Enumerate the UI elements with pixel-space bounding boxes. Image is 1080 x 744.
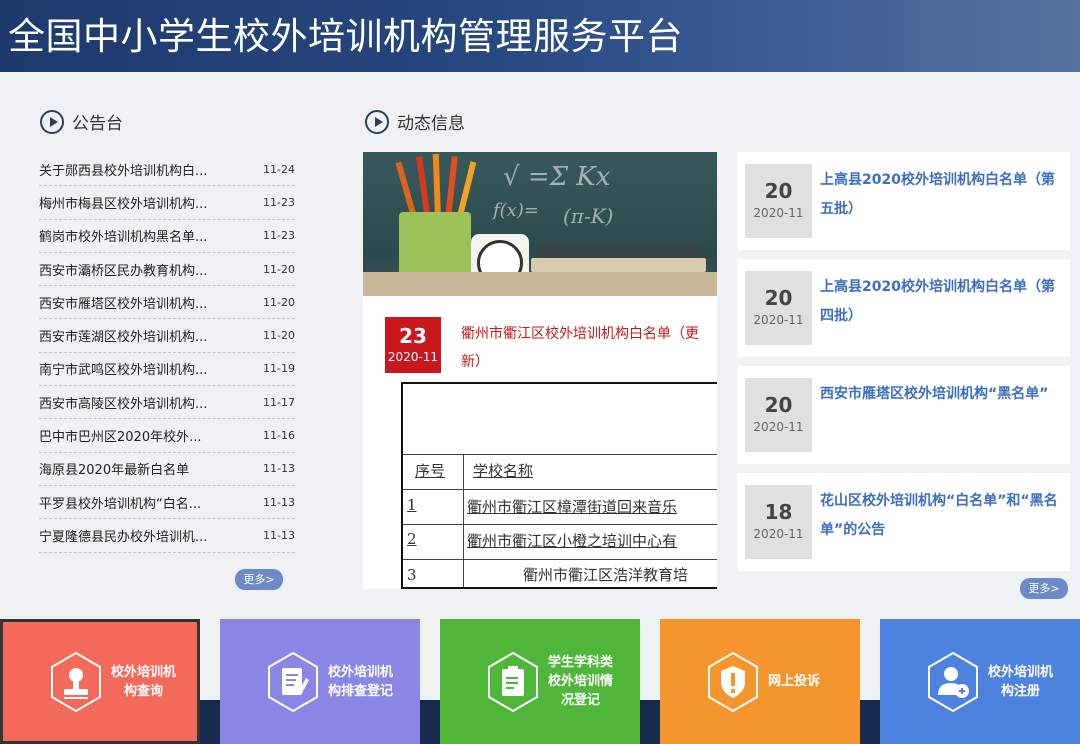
arrow-circle-icon — [40, 109, 64, 134]
notice-item-title[interactable]: 西安市雁塔区校外培训机构... — [39, 293, 207, 312]
notice-item[interactable]: 西安市雁塔区校外培训机构... 11-20 — [39, 286, 295, 320]
notice-list: 关于郧西县校外培训机构白... 11-24 梅州市梅县区校外培训机构... 11-23… — [39, 153, 295, 553]
tile-label: 校外培训机 构注册 — [988, 664, 1054, 699]
notice-item[interactable]: 梅州市梅县区校外培训机构... 11-23 — [39, 186, 295, 220]
notice-item-date: 11-20 — [263, 295, 295, 309]
notice-item-date: 11-13 — [263, 462, 295, 476]
notice-item-title[interactable]: 海原县2020年最新白名单 — [39, 459, 189, 478]
stamp-icon — [49, 651, 103, 713]
notice-heading: 公告台 — [40, 109, 123, 134]
notice-more-button[interactable]: 更多> — [235, 569, 283, 590]
notice-item[interactable]: 巴中市巴州区2020年校外... 11-16 — [39, 419, 295, 453]
notice-item-date: 11-16 — [263, 429, 295, 443]
news-card[interactable]: 20 2020-11 上高县2020校外培训机构白名单（第四批） — [737, 259, 1070, 357]
featured-document-preview: 序号 学校名称 1 衢州市衢江区樟潭街道回来音乐 2 衢州市衢江区小橙之培训中心… — [401, 382, 717, 589]
notice-item-date: 11-13 — [263, 528, 295, 542]
notice-item-title[interactable]: 宁夏隆德县民办校外培训机... — [39, 526, 207, 545]
notice-item-date: 11-20 — [263, 329, 295, 343]
notice-item-title[interactable]: 南宁市武鸣区校外培训机构... — [39, 359, 207, 378]
notice-item-title[interactable]: 西安市莲湖区校外培训机构... — [39, 326, 207, 345]
notice-item-date: 11-23 — [263, 229, 295, 243]
tile-label: 校外培训机 构查询 — [111, 664, 177, 699]
news-title[interactable]: 上高县2020校外培训机构白名单（第五批） — [820, 166, 1065, 224]
doc-row-1-no: 1 — [407, 496, 417, 514]
notice-item-title[interactable]: 西安市灞桥区民办教育机构... — [39, 260, 207, 279]
featured-title[interactable]: 衢州市衢江区校外培训机构白名单（更新） — [461, 320, 706, 376]
featured-news-card[interactable]: √ =Σ Kx (π-K) f(x)= 23 2020-11 衢州市衢江区校外培… — [363, 152, 717, 589]
notice-item-date: 11-24 — [263, 162, 295, 176]
notice-item-title[interactable]: 巴中市巴州区2020年校外... — [39, 426, 201, 445]
notice-item-title[interactable]: 西安市高陵区校外培训机构... — [39, 393, 207, 412]
tile-org-register[interactable]: 校外培训机 构注册 — [880, 619, 1080, 744]
tile-student-training-register[interactable]: 学生学科类 校外培训情 况登记 — [440, 619, 640, 744]
news-date-badge: 20 2020-11 — [745, 164, 812, 238]
doc-row-2-no: 2 — [407, 530, 417, 548]
user-add-icon — [926, 651, 980, 713]
tile-org-inspection-register[interactable]: 校外培训机 构排查登记 — [220, 619, 420, 744]
news-day: 20 — [764, 286, 793, 310]
news-card[interactable]: 20 2020-11 上高县2020校外培训机构白名单（第五批） — [737, 152, 1070, 250]
featured-month: 2020-11 — [387, 350, 439, 364]
news-month: 2020-11 — [753, 527, 804, 541]
notice-item[interactable]: 南宁市武鸣区校外培训机构... 11-19 — [39, 353, 295, 387]
arrow-circle-icon — [365, 109, 389, 134]
header-banner: 全国中小学生校外培训机构管理服务平台 — [0, 0, 1080, 72]
dynamic-more-button[interactable]: 更多> — [1020, 578, 1068, 599]
clipboard-icon — [486, 651, 540, 713]
notice-item-title[interactable]: 梅州市梅县区校外培训机构... — [39, 193, 207, 212]
notice-item[interactable]: 宁夏隆德县民办校外培训机... 11-13 — [39, 519, 295, 553]
dynamic-heading-label: 动态信息 — [397, 114, 465, 134]
featured-image: √ =Σ Kx (π-K) f(x)= — [363, 152, 717, 296]
doc-row-3-no: 3 — [407, 566, 417, 584]
tile-label: 网上投诉 — [768, 674, 821, 689]
notice-item-date: 11-13 — [263, 495, 295, 509]
news-title[interactable]: 西安市雁塔区校外培训机构“黑名单” — [820, 380, 1065, 409]
tile-online-complaint[interactable]: 网上投诉 — [660, 619, 860, 744]
shield-alert-icon — [706, 651, 760, 713]
doc-row-1-name: 衢州市衢江区樟潭街道回来音乐 — [467, 498, 678, 516]
notice-item[interactable]: 西安市灞桥区民办教育机构... 11-20 — [39, 253, 295, 287]
notice-item-title[interactable]: 鹤岗市校外培训机构黑名单... — [39, 226, 207, 245]
doc-col-name: 学校名称 — [473, 462, 534, 480]
tile-org-query[interactable]: 校外培训机 构查询 — [0, 619, 200, 744]
notice-item-date: 11-17 — [263, 395, 295, 409]
tile-label: 学生学科类 校外培训情 况登记 — [548, 655, 614, 708]
notice-item-date: 11-23 — [263, 195, 295, 209]
notice-item[interactable]: 西安市高陵区校外培训机构... 11-17 — [39, 386, 295, 420]
notice-item-title[interactable]: 关于郧西县校外培训机构白... — [39, 160, 207, 179]
notice-item[interactable]: 西安市莲湖区校外培训机构... 11-20 — [39, 319, 295, 353]
news-month: 2020-11 — [753, 420, 804, 434]
notice-item-title[interactable]: 平罗县校外培训机构“白名... — [39, 493, 201, 512]
news-day: 20 — [764, 179, 793, 203]
featured-date-badge: 23 2020-11 — [385, 317, 441, 373]
news-title[interactable]: 上高县2020校外培训机构白名单（第四批） — [820, 273, 1065, 331]
notice-item[interactable]: 关于郧西县校外培训机构白... 11-24 — [39, 153, 295, 187]
news-card[interactable]: 20 2020-11 西安市雁塔区校外培训机构“黑名单” — [737, 366, 1070, 464]
notice-heading-label: 公告台 — [72, 114, 123, 134]
news-title[interactable]: 花山区校外培训机构“白名单”和“黑名单”的公告 — [820, 487, 1065, 545]
site-title: 全国中小学生校外培训机构管理服务平台 — [8, 15, 683, 58]
news-month: 2020-11 — [753, 206, 804, 220]
news-month: 2020-11 — [753, 313, 804, 327]
news-day: 20 — [764, 393, 793, 417]
news-date-badge: 18 2020-11 — [745, 485, 812, 559]
notice-item[interactable]: 鹤岗市校外培训机构黑名单... 11-23 — [39, 220, 295, 253]
notice-item-date: 11-20 — [263, 262, 295, 276]
tile-label: 校外培训机 构排查登记 — [328, 664, 394, 699]
news-card[interactable]: 18 2020-11 花山区校外培训机构“白名单”和“黑名单”的公告 — [737, 473, 1070, 571]
notice-item-date: 11-19 — [263, 362, 295, 376]
notice-item[interactable]: 平罗县校外培训机构“白名... 11-13 — [39, 486, 295, 520]
dynamic-heading: 动态信息 — [365, 109, 465, 134]
news-date-badge: 20 2020-11 — [745, 378, 812, 452]
doc-row-3-name: 衢州市衢江区浩洋教育培 — [523, 566, 689, 584]
edit-document-icon — [266, 651, 320, 713]
doc-row-2-name: 衢州市衢江区小橙之培训中心有 — [467, 532, 678, 550]
featured-day: 23 — [399, 324, 427, 348]
news-date-badge: 20 2020-11 — [745, 271, 812, 345]
doc-col-number: 序号 — [415, 462, 446, 480]
news-day: 18 — [764, 500, 793, 524]
notice-item[interactable]: 海原县2020年最新白名单 11-13 — [39, 453, 295, 486]
